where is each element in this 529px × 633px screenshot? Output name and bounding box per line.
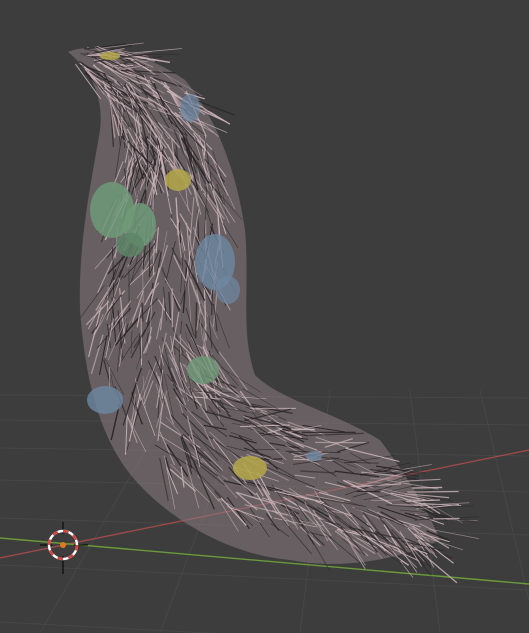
fur-tail-object[interactable]	[68, 42, 479, 584]
patch-yellow-1	[165, 169, 191, 191]
fur-strand	[407, 490, 459, 493]
viewport-scene[interactable]	[0, 0, 529, 633]
patch-blue-4	[306, 451, 322, 461]
fur-strand	[125, 53, 180, 56]
patch-green-2	[187, 356, 219, 384]
fur-strand	[108, 366, 111, 390]
patch-blue-3	[180, 94, 200, 122]
patch-yellow-2	[233, 456, 267, 480]
patch-yellow-3	[100, 52, 120, 60]
fur-strand	[195, 302, 198, 339]
fur-strand	[131, 48, 182, 54]
3d-viewport[interactable]	[0, 0, 529, 633]
patch-blue-2	[87, 386, 123, 414]
